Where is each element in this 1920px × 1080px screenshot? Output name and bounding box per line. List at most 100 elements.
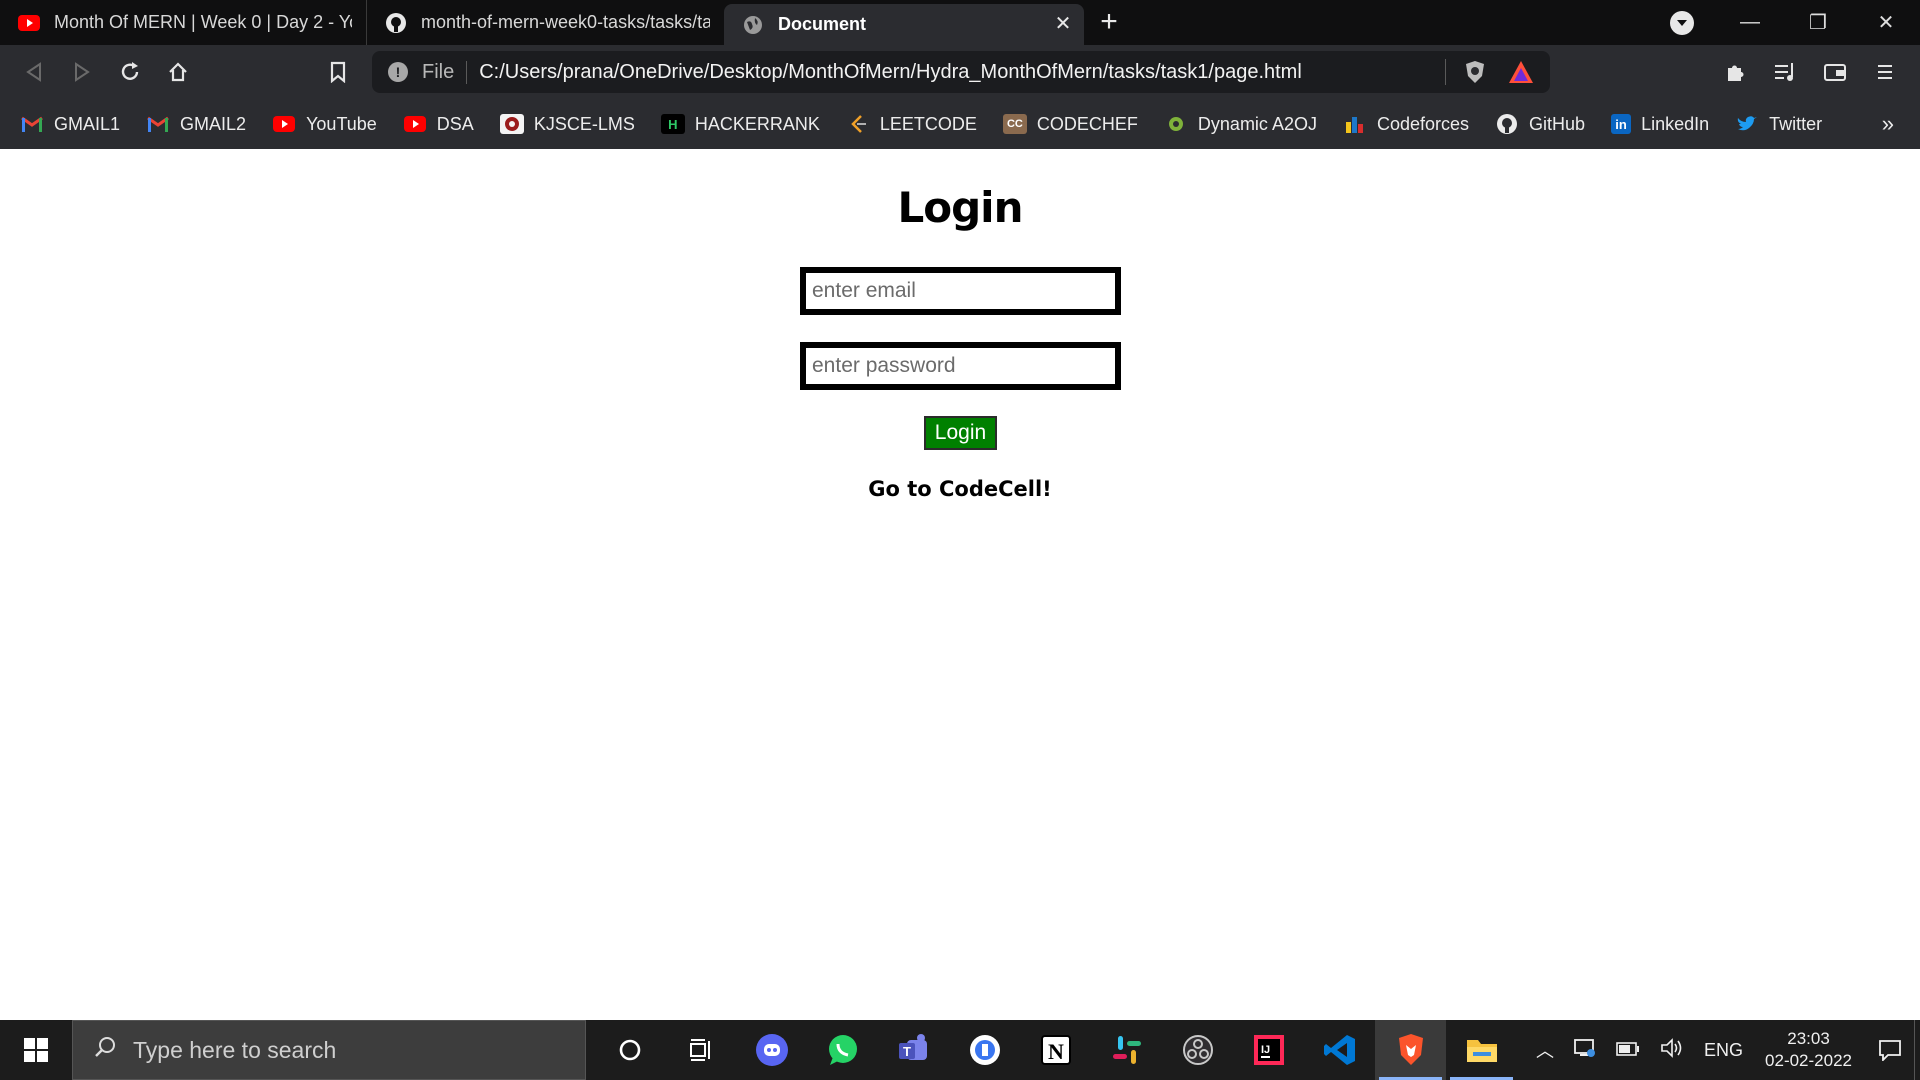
twitter-icon xyxy=(1735,114,1759,134)
reading-list-icon[interactable] xyxy=(1760,52,1810,92)
clock[interactable]: 23:03 02-02-2022 xyxy=(1765,1028,1852,1072)
bookmark-label: HACKERRANK xyxy=(694,113,820,134)
tab-title: Month Of MERN | Week 0 | Day 2 - YouTube xyxy=(54,12,352,32)
password-field[interactable] xyxy=(800,342,1121,390)
a2oj-icon xyxy=(1164,114,1188,134)
youtube-icon xyxy=(18,12,40,34)
bookmark-label: LEETCODE xyxy=(879,113,977,134)
battery-icon[interactable] xyxy=(1616,1040,1640,1061)
discord-icon[interactable] xyxy=(736,1020,807,1080)
leetcode-icon xyxy=(846,114,870,134)
back-icon[interactable] xyxy=(10,52,58,92)
forward-icon[interactable] xyxy=(58,52,106,92)
bookmark-dynamic-a2oj[interactable]: Dynamic A2OJ xyxy=(1164,114,1317,135)
cortana-icon[interactable] xyxy=(594,1020,665,1080)
tab-title: Document xyxy=(778,14,867,34)
windows-start-icon[interactable] xyxy=(0,1020,72,1080)
minimize-icon[interactable]: — xyxy=(1716,11,1784,34)
intellij-icon[interactable]: IJ xyxy=(1233,1020,1304,1080)
taskbar-apps: T N IJ xyxy=(594,1020,1517,1080)
page-title: Login xyxy=(897,183,1024,232)
codeforces-icon xyxy=(1343,114,1367,134)
volume-icon[interactable] xyxy=(1660,1037,1684,1063)
url-text[interactable]: C:/Users/prana/OneDrive/Desktop/MonthOfM… xyxy=(479,61,1302,84)
toolbar-actions xyxy=(1710,52,1910,92)
tab-title: month-of-mern-week0-tasks/tasks/task1 xyxy=(421,12,710,32)
bookmark-twitter[interactable]: Twitter xyxy=(1735,114,1822,135)
bookmark-label: DSA xyxy=(436,113,474,134)
home-icon[interactable] xyxy=(154,52,202,92)
bookmark-label: Dynamic A2OJ xyxy=(1197,113,1317,134)
bookmark-label: Twitter xyxy=(1769,113,1823,134)
page-viewport: Login Login Go to CodeCell! xyxy=(0,149,1920,1020)
bookmark-leetcode[interactable]: LEETCODE xyxy=(846,114,977,135)
tab-search-icon[interactable] xyxy=(1670,10,1694,35)
tab-github[interactable]: month-of-mern-week0-tasks/tasks/task1 xyxy=(366,0,724,45)
youtube-icon xyxy=(403,114,427,134)
address-bar[interactable]: ! File C:/Users/prana/OneDrive/Desktop/M… xyxy=(372,51,1550,93)
bookmark-label: KJSCE-LMS xyxy=(533,113,635,134)
more-bookmarks-icon[interactable]: » xyxy=(1882,111,1894,137)
login-button[interactable]: Login xyxy=(924,416,997,450)
menu-icon[interactable] xyxy=(1860,52,1910,92)
bookmark-label: GitHub xyxy=(1529,113,1586,134)
close-tab-icon[interactable]: ✕ xyxy=(1052,13,1074,35)
bookmark-kjsce-lms[interactable]: KJSCE-LMS xyxy=(499,113,635,135)
gmail-icon xyxy=(146,114,170,134)
network-icon[interactable] xyxy=(1574,1038,1596,1063)
tab-document[interactable]: Document ✕ xyxy=(724,4,1084,45)
bookmark-label: YouTube xyxy=(306,113,377,134)
chevron-up-icon[interactable]: ︿ xyxy=(1536,1037,1554,1063)
svg-text:N: N xyxy=(1048,1039,1064,1064)
reload-icon[interactable] xyxy=(106,52,154,92)
bookmark-icon[interactable] xyxy=(314,52,362,92)
codechef-icon: CC xyxy=(1002,114,1027,134)
bookmark-linkedin[interactable]: in LinkedIn xyxy=(1611,114,1709,135)
site-info-icon[interactable]: ! xyxy=(388,62,408,82)
globe-icon xyxy=(742,14,764,36)
taskbar: Type here to search T N IJ ︿ ENG 23:03 0… xyxy=(0,1020,1920,1080)
omnibox-divider xyxy=(1445,59,1446,85)
restore-icon[interactable]: ❐ xyxy=(1784,10,1852,35)
brave-shield-icon[interactable] xyxy=(1464,60,1486,84)
bookmark-gmail2[interactable]: GMAIL2 xyxy=(146,114,246,135)
github-icon xyxy=(1495,114,1519,134)
vscode-icon[interactable] xyxy=(1304,1020,1375,1080)
bookmark-label: GMAIL2 xyxy=(180,113,247,134)
show-desktop-button[interactable] xyxy=(1914,1020,1920,1080)
bookmark-codeforces[interactable]: Codeforces xyxy=(1343,114,1469,135)
brave-icon[interactable] xyxy=(1375,1020,1446,1080)
wallet-icon[interactable] xyxy=(1810,52,1860,92)
extensions-icon[interactable] xyxy=(1710,52,1760,92)
teams-icon[interactable]: T xyxy=(878,1020,949,1080)
bookmark-github[interactable]: GitHub xyxy=(1495,114,1585,135)
new-tab-button[interactable]: + xyxy=(1084,0,1134,45)
hackerrank-icon: H xyxy=(660,114,685,134)
codecell-link[interactable]: Go to CodeCell! xyxy=(0,477,1920,501)
bookmark-gmail1[interactable]: GMAIL1 xyxy=(20,114,120,135)
bookmark-dsa[interactable]: DSA xyxy=(403,114,474,135)
whatsapp-icon[interactable] xyxy=(807,1020,878,1080)
email-field[interactable] xyxy=(800,267,1121,315)
system-tray: ︿ ENG 23:03 02-02-2022 xyxy=(1526,1020,1920,1080)
linkedin-icon: in xyxy=(1611,114,1632,134)
slack-icon[interactable] xyxy=(1091,1020,1162,1080)
obs-icon[interactable] xyxy=(1162,1020,1233,1080)
language-indicator[interactable]: ENG xyxy=(1704,1040,1743,1061)
file-explorer-icon[interactable] xyxy=(1446,1020,1517,1080)
bookmark-youtube[interactable]: YouTube xyxy=(272,114,377,135)
signal-icon[interactable] xyxy=(949,1020,1020,1080)
tab-youtube[interactable]: Month Of MERN | Week 0 | Day 2 - YouTube xyxy=(0,0,366,45)
bookmark-hackerrank[interactable]: H HACKERRANK xyxy=(660,113,820,135)
kjsce-icon xyxy=(499,114,524,134)
bookmark-codechef[interactable]: CC CODECHEF xyxy=(1002,114,1138,135)
browser-toolbar: ! File C:/Users/prana/OneDrive/Desktop/M… xyxy=(0,45,1920,99)
notification-icon[interactable] xyxy=(1866,1039,1914,1061)
brave-rewards-icon[interactable] xyxy=(1508,60,1534,84)
clock-date: 02-02-2022 xyxy=(1765,1051,1852,1070)
close-window-icon[interactable]: ✕ xyxy=(1852,10,1920,35)
taskbar-search-input[interactable]: Type here to search xyxy=(72,1020,586,1080)
notion-icon[interactable]: N xyxy=(1020,1020,1091,1080)
svg-text:T: T xyxy=(903,1044,911,1059)
task-view-icon[interactable] xyxy=(665,1020,736,1080)
